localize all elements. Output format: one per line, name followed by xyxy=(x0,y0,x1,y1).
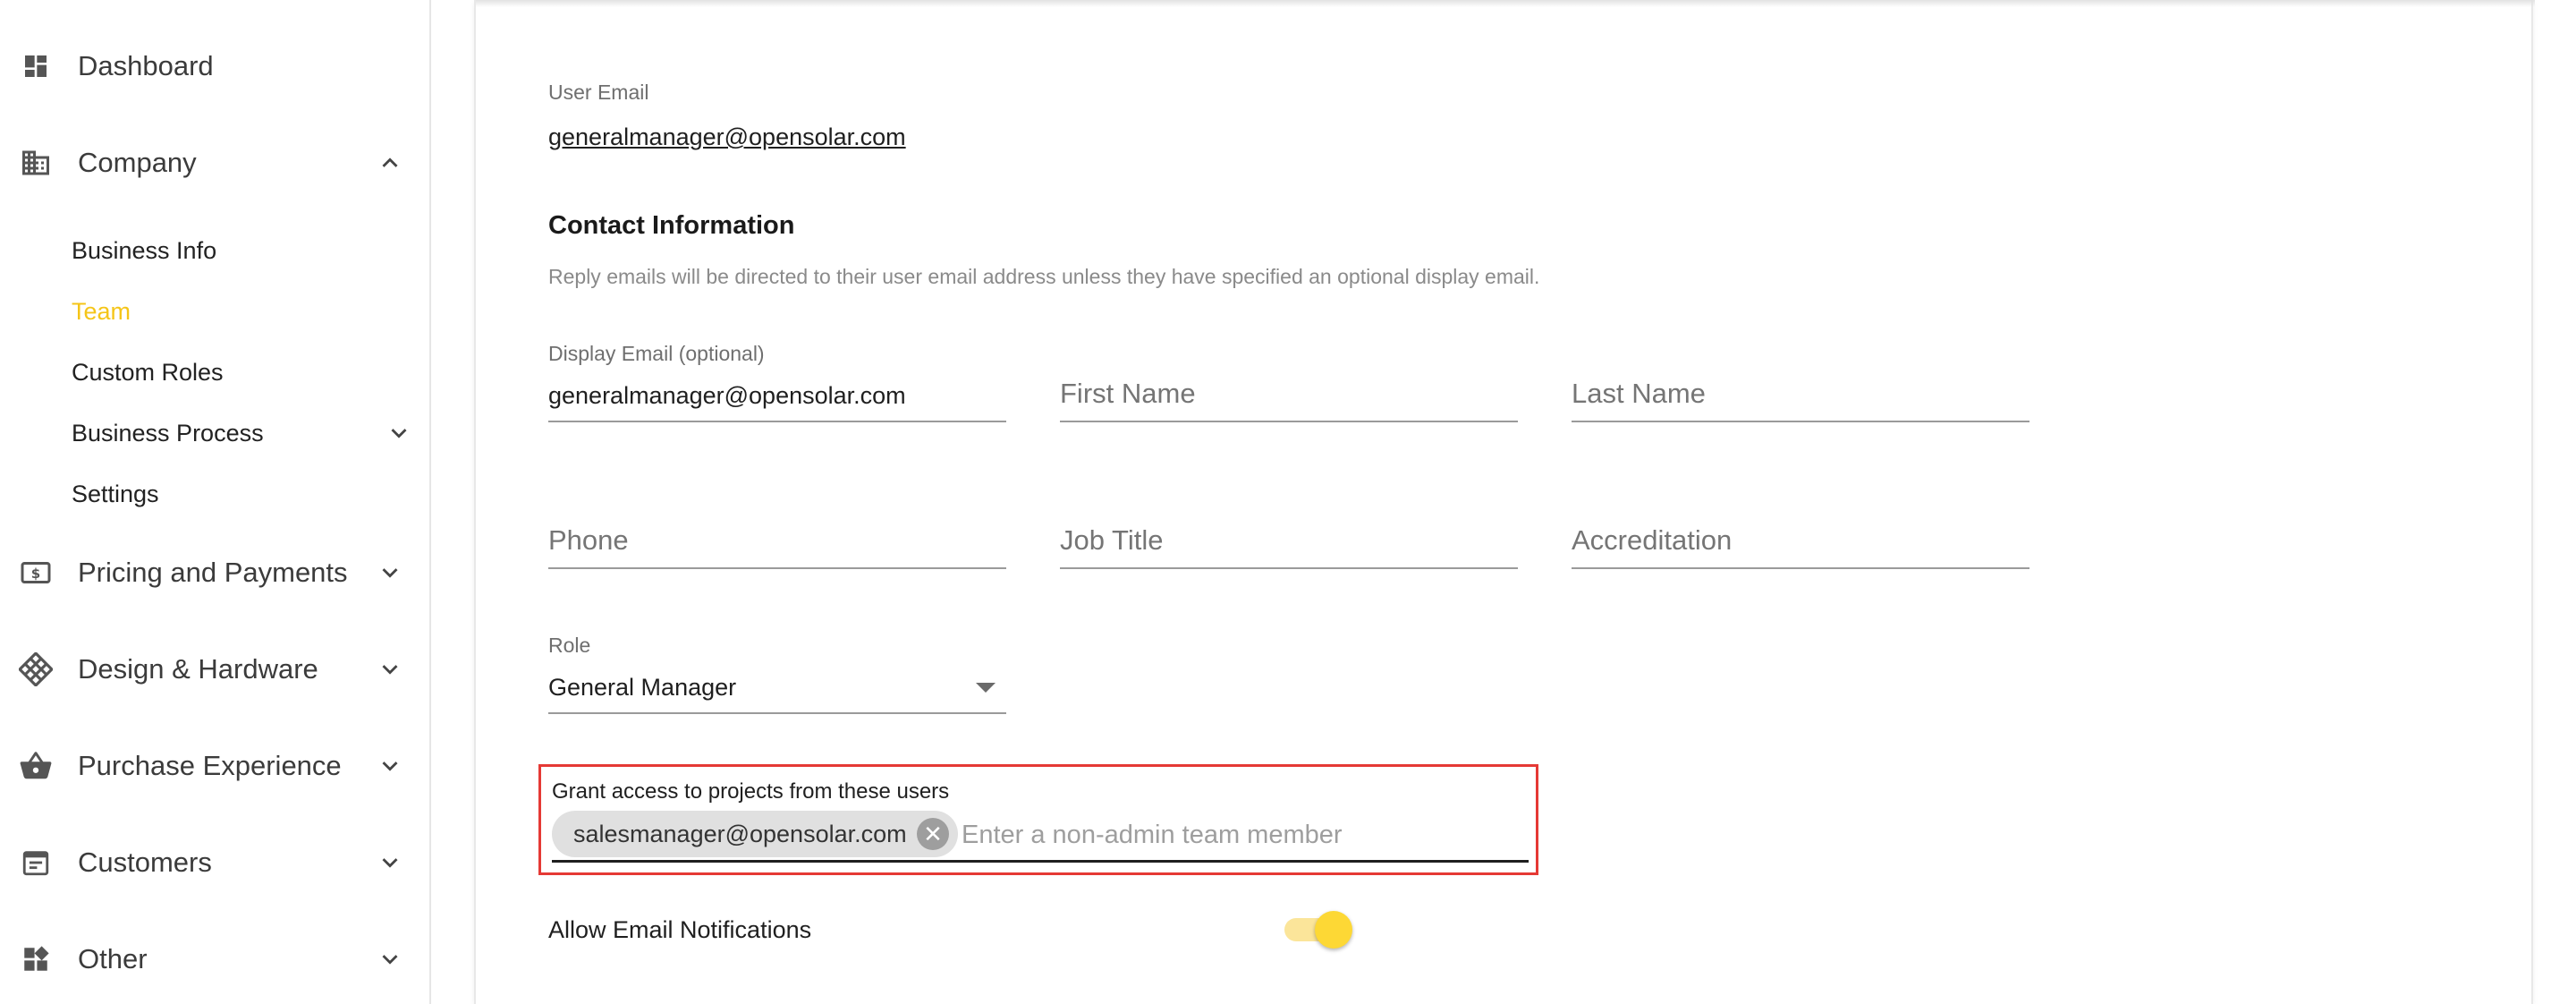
first-name-placeholder: First Name xyxy=(1060,378,1196,409)
role-value: General Manager xyxy=(548,674,737,701)
sidebar-sub-settings[interactable]: Settings xyxy=(72,476,159,512)
calendar-icon xyxy=(18,845,54,881)
sidebar-item-purchase-experience[interactable]: Purchase Experience xyxy=(0,730,429,802)
widgets-icon xyxy=(18,941,54,977)
user-email-label: User Email xyxy=(548,81,649,104)
contact-help-text: Reply emails will be directed to their u… xyxy=(548,265,1540,288)
sidebar-item-label: Dashboard xyxy=(78,50,214,81)
display-email-value: generalmanager@opensolar.com xyxy=(548,382,906,409)
sidebar-sub-business-process[interactable]: Business Process xyxy=(72,415,264,451)
basket-icon xyxy=(18,748,54,784)
last-name-field[interactable]: Last Name xyxy=(1572,367,2029,422)
phone-placeholder: Phone xyxy=(548,524,629,556)
chevron-down-icon[interactable] xyxy=(381,415,417,451)
chevron-down-icon[interactable] xyxy=(372,941,408,977)
email-notifications-label: Allow Email Notifications xyxy=(548,916,812,943)
user-chip: salesmanager@opensolar.com ✕ xyxy=(552,811,958,857)
accreditation-field[interactable]: Accreditation xyxy=(1572,514,2029,569)
display-email-field[interactable]: generalmanager@opensolar.com xyxy=(548,367,1006,422)
building-icon xyxy=(18,145,54,181)
sidebar-item-dashboard[interactable]: Dashboard xyxy=(0,30,429,102)
sidebar-item-label: Other xyxy=(78,943,148,974)
sidebar-item-label: Customers xyxy=(78,847,212,878)
email-notifications-toggle[interactable] xyxy=(1315,911,1352,949)
svg-text:$: $ xyxy=(31,566,40,582)
grant-access-input[interactable] xyxy=(962,817,1498,853)
dropdown-arrow-icon xyxy=(976,683,996,693)
chip-remove-icon[interactable]: ✕ xyxy=(917,818,949,850)
sidebar-item-company[interactable]: Company xyxy=(0,127,429,199)
user-edit-card: User Email generalmanager@opensolar.com … xyxy=(474,0,2535,1004)
phone-field[interactable]: Phone xyxy=(548,514,1006,569)
sidebar-item-label: Design & Hardware xyxy=(78,653,318,685)
chip-label: salesmanager@opensolar.com xyxy=(573,820,907,847)
user-email-link[interactable]: generalmanager@opensolar.com xyxy=(548,123,906,151)
chevron-down-icon[interactable] xyxy=(372,651,408,687)
sidebar-item-pricing-and-payments[interactable]: $ Pricing and Payments xyxy=(0,537,429,608)
sidebar-item-label: Company xyxy=(78,147,197,178)
grant-access-label: Grant access to projects from these user… xyxy=(552,779,950,804)
sidebar-sub-business-info[interactable]: Business Info xyxy=(72,233,216,268)
sidebar-item-other[interactable]: Other xyxy=(0,923,429,995)
sidebar-item-label: Pricing and Payments xyxy=(78,557,348,588)
scroll-shadow xyxy=(476,0,2535,7)
grid-diamond-icon xyxy=(18,651,54,687)
sidebar-item-label: Purchase Experience xyxy=(78,750,342,781)
chevron-up-icon[interactable] xyxy=(372,145,408,181)
grant-access-field: Grant access to projects from these user… xyxy=(538,764,1538,875)
sidebar-sub-custom-roles[interactable]: Custom Roles xyxy=(72,354,224,390)
sidebar-item-customers[interactable]: Customers xyxy=(0,827,429,898)
contact-information-title: Contact Information xyxy=(548,211,795,240)
sidebar: Dashboard Company Business Info Team Cus… xyxy=(0,0,431,1004)
grant-input-underline xyxy=(552,860,1529,863)
role-label: Role xyxy=(548,634,591,657)
sidebar-item-design-hardware[interactable]: Design & Hardware xyxy=(0,634,429,705)
chevron-down-icon[interactable] xyxy=(372,748,408,784)
role-select[interactable]: General Manager xyxy=(548,659,1006,714)
job-title-field[interactable]: Job Title xyxy=(1060,514,1518,569)
first-name-field[interactable]: First Name xyxy=(1060,367,1518,422)
job-title-placeholder: Job Title xyxy=(1060,524,1164,556)
chevron-down-icon[interactable] xyxy=(372,555,408,591)
last-name-placeholder: Last Name xyxy=(1572,378,1706,409)
accreditation-placeholder: Accreditation xyxy=(1572,524,1733,556)
dollar-bill-icon: $ xyxy=(18,555,54,591)
display-email-label: Display Email (optional) xyxy=(548,342,765,365)
dashboard-icon xyxy=(18,48,54,84)
chevron-down-icon[interactable] xyxy=(372,845,408,881)
sidebar-sub-team[interactable]: Team xyxy=(72,294,131,329)
main-content: User Email generalmanager@opensolar.com … xyxy=(431,0,2576,1004)
